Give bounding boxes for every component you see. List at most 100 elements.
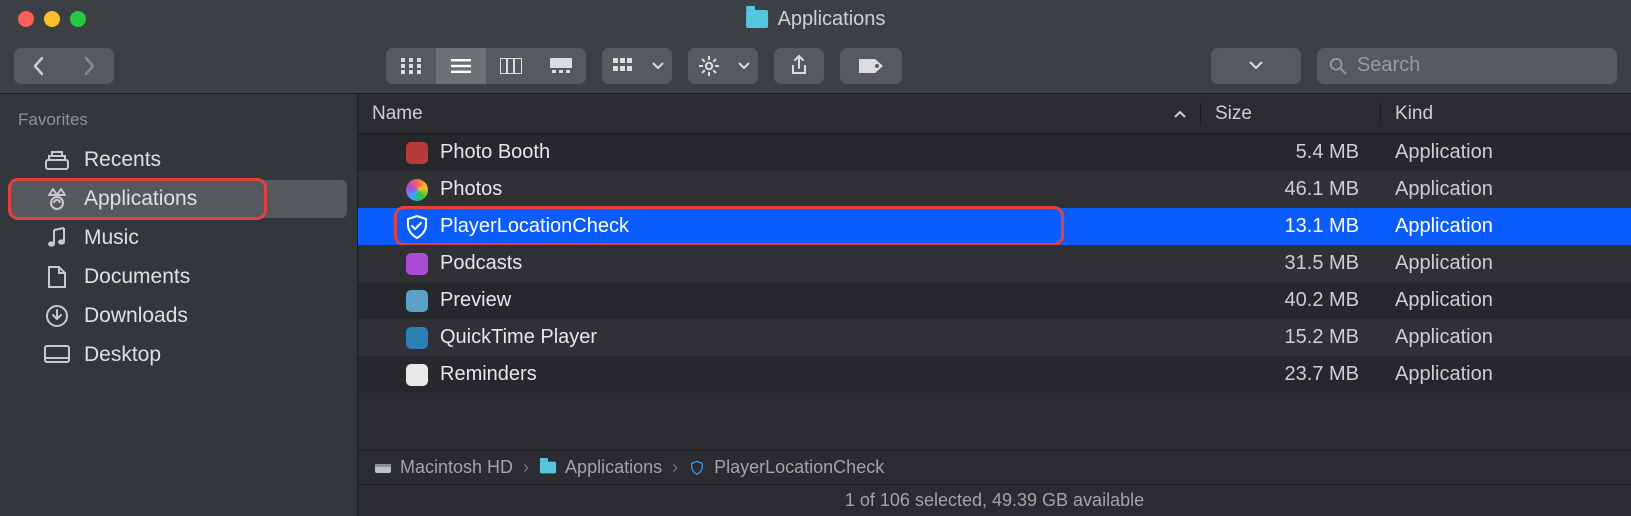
file-name-cell: Photo Booth — [358, 141, 1201, 164]
file-name: Preview — [440, 289, 511, 312]
sidebar-item-label: Music — [84, 226, 139, 250]
file-name: PlayerLocationCheck — [440, 215, 629, 238]
column-header-name[interactable]: Name — [358, 103, 1201, 125]
file-row[interactable]: Reminders 23.7 MB Application — [358, 356, 1631, 393]
search-field[interactable] — [1317, 48, 1617, 84]
path-label: PlayerLocationCheck — [714, 457, 884, 478]
gear-icon — [699, 56, 719, 76]
sidebar: Favorites Recents Applications Music Doc… — [0, 94, 358, 516]
file-name-cell: PlayerLocationCheck — [358, 215, 1201, 239]
sidebar-item-downloads[interactable]: Downloads — [10, 297, 347, 335]
file-kind: Application — [1381, 215, 1631, 238]
columns-icon — [500, 58, 522, 74]
tag-icon — [857, 57, 885, 75]
status-bar: 1 of 106 selected, 49.39 GB available — [358, 484, 1631, 516]
file-name: Photos — [440, 178, 502, 201]
status-text: 1 of 106 selected, 49.39 GB available — [845, 490, 1144, 511]
music-icon — [44, 225, 70, 251]
file-name: Reminders — [440, 363, 537, 386]
file-name: Podcasts — [440, 252, 522, 275]
column-header-kind[interactable]: Kind — [1381, 103, 1631, 125]
file-size: 31.5 MB — [1201, 252, 1381, 275]
file-row[interactable]: Photo Booth 5.4 MB Application — [358, 134, 1631, 171]
path-segment[interactable]: Macintosh HD — [374, 457, 513, 478]
sidebar-item-label: Applications — [84, 187, 197, 211]
share-icon — [790, 55, 808, 77]
file-kind: Application — [1381, 289, 1631, 312]
file-size: 5.4 MB — [1201, 141, 1381, 164]
view-mode-group — [386, 48, 586, 84]
gallery-icon — [550, 58, 572, 74]
tags-button[interactable] — [840, 48, 902, 84]
file-row[interactable]: Photos 46.1 MB Application — [358, 171, 1631, 208]
chevron-right-icon: › — [672, 457, 678, 478]
back-button[interactable] — [14, 48, 64, 84]
share-button[interactable] — [774, 48, 824, 84]
sidebar-item-documents[interactable]: Documents — [10, 258, 347, 296]
search-icon — [1329, 56, 1347, 76]
sidebar-item-recents[interactable]: Recents — [10, 141, 347, 179]
path-segment[interactable]: PlayerLocationCheck — [688, 457, 884, 478]
sidebar-item-label: Recents — [84, 148, 161, 172]
chevron-right-icon — [82, 56, 96, 76]
sidebar-item-label: Downloads — [84, 304, 188, 328]
group-by-button[interactable] — [602, 48, 672, 84]
file-size: 40.2 MB — [1201, 289, 1381, 312]
desktop-icon — [44, 342, 70, 368]
column-view-button[interactable] — [486, 48, 536, 84]
chevron-down-icon — [1249, 61, 1263, 70]
sort-asc-icon — [1174, 110, 1186, 118]
zoom-window-button[interactable] — [70, 11, 86, 27]
sidebar-header: Favorites — [0, 104, 357, 140]
file-name: Photo Booth — [440, 141, 550, 164]
chevron-right-icon: › — [523, 457, 529, 478]
grid-icon — [401, 58, 421, 74]
file-kind: Application — [1381, 252, 1631, 275]
file-kind: Application — [1381, 178, 1631, 201]
column-headers: Name Size Kind — [358, 94, 1631, 134]
file-row[interactable]: Podcasts 31.5 MB Application — [358, 245, 1631, 282]
list-icon — [451, 59, 471, 73]
toolbar — [0, 38, 1631, 94]
close-window-button[interactable] — [18, 11, 34, 27]
chevron-down-icon — [730, 48, 758, 84]
app-icon — [406, 179, 428, 201]
path-label: Applications — [565, 457, 662, 478]
file-kind: Application — [1381, 326, 1631, 349]
file-list: Name Size Kind Photo Booth 5.4 MB Applic… — [358, 94, 1631, 516]
sidebar-item-applications[interactable]: Applications — [10, 180, 347, 218]
chevron-down-icon — [644, 48, 672, 84]
sidebar-item-desktop[interactable]: Desktop — [10, 336, 347, 374]
action-menu-button[interactable] — [688, 48, 758, 84]
file-row[interactable]: PlayerLocationCheck 13.1 MB Application — [358, 208, 1631, 245]
path-bar: Macintosh HD › Applications › PlayerLocation… — [358, 450, 1631, 484]
window-title: Applications — [746, 8, 886, 31]
dropdown-button[interactable] — [1211, 48, 1301, 84]
file-name-cell: Preview — [358, 289, 1201, 312]
app-icon — [406, 142, 428, 164]
path-segment[interactable]: Applications — [539, 457, 662, 478]
folder-icon — [746, 10, 768, 28]
file-name: QuickTime Player — [440, 326, 597, 349]
gallery-view-button[interactable] — [536, 48, 586, 84]
forward-button[interactable] — [64, 48, 114, 84]
file-size: 15.2 MB — [1201, 326, 1381, 349]
app-icon — [406, 290, 428, 312]
icon-view-button[interactable] — [386, 48, 436, 84]
app-icon — [406, 253, 428, 275]
minimize-window-button[interactable] — [44, 11, 60, 27]
applications-icon — [44, 186, 70, 212]
file-row[interactable]: QuickTime Player 15.2 MB Application — [358, 319, 1631, 356]
file-size: 13.1 MB — [1201, 215, 1381, 238]
column-header-size[interactable]: Size — [1201, 103, 1381, 125]
file-name-cell: QuickTime Player — [358, 326, 1201, 349]
search-input[interactable] — [1357, 54, 1605, 77]
sidebar-item-label: Documents — [84, 265, 190, 289]
file-kind: Application — [1381, 363, 1631, 386]
file-name-cell: Photos — [358, 178, 1201, 201]
sidebar-item-music[interactable]: Music — [10, 219, 347, 257]
file-row[interactable]: Preview 40.2 MB Application — [358, 282, 1631, 319]
window-title-text: Applications — [778, 8, 886, 31]
list-view-button[interactable] — [436, 48, 486, 84]
file-size: 46.1 MB — [1201, 178, 1381, 201]
